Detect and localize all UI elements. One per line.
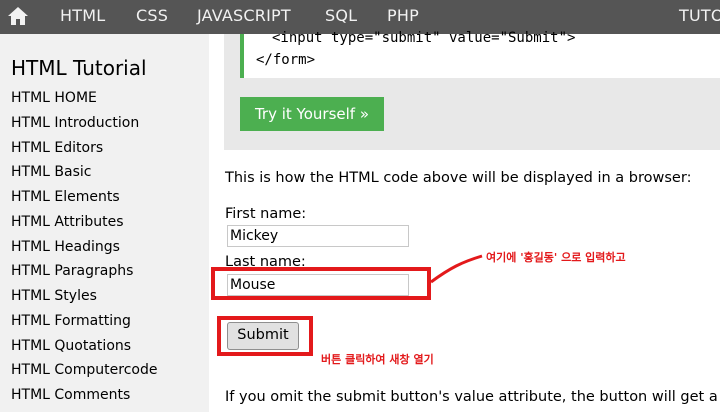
annotation-note-button: 버튼 클릭하여 새창 열기 (321, 353, 434, 366)
annotation-note-input: 여기에 '홍길동' 으로 입력하고 (486, 251, 626, 264)
